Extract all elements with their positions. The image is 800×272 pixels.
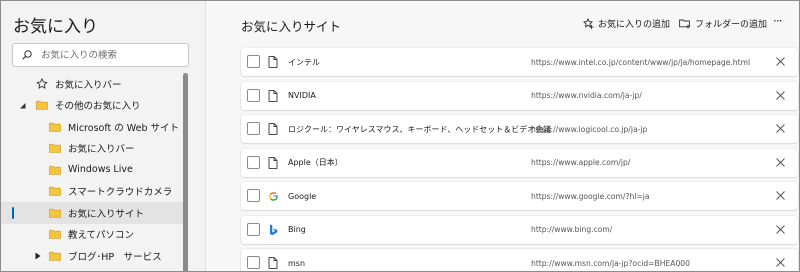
sidebar-item[interactable]: ブログ･HP サービス [1,245,183,267]
sidebar-item[interactable]: 教えてパソコン [1,224,183,246]
search-box[interactable] [12,43,189,67]
close-icon[interactable] [775,56,786,67]
search-input[interactable] [41,49,181,61]
sidebar-item[interactable]: お気に入りバー [1,138,183,160]
page-icon [267,256,279,270]
favorite-row[interactable]: Google https://www.google.com/?hl=ja [241,182,798,210]
favorite-name[interactable]: Bing [288,225,306,234]
sidebar-item-label: Windows Live [68,164,133,176]
favorite-url: http://www.msn.com/ja-jp?ocid=BHEA000 [531,258,690,268]
sidebar-scrollbar[interactable] [183,73,188,271]
close-icon[interactable] [775,224,786,235]
search-icon [22,50,32,60]
favorite-url: http://www.bing.com/ [531,225,613,234]
folder-add-icon [679,19,690,29]
sidebar-item[interactable]: その他のお気に入り [1,95,183,117]
add-favorite-label: お気に入りの追加 [598,20,671,30]
page-icon [267,89,279,103]
add-folder-button[interactable]: フォルダーの追加 [679,17,767,30]
favorites-main: お気に入りサイト お気に入りの追加 フォルダーの追加 ··· インテル https… [206,1,799,271]
caret-expanded-icon[interactable] [17,100,27,110]
folder-icon [49,121,61,133]
favorite-url: https://www.nvidia.com/ja-jp/ [531,91,642,100]
star-icon [36,78,48,90]
favorite-row[interactable]: ロジクール：ワイヤレスマウス、キーボード、ヘッドセット＆ビデオ会議 https:/… [241,115,798,143]
favorite-row[interactable]: Apple（日本） https://www.apple.com/jp/ [241,148,798,177]
page-title: お気に入りサイト [241,19,342,34]
favorite-checkbox[interactable] [247,222,260,236]
close-icon[interactable] [775,257,786,268]
favorite-checkbox[interactable] [247,256,260,269]
favorite-checkbox[interactable] [247,189,260,202]
favorite-url: https://www.intel.co.jp/content/www/jp/j… [531,57,751,67]
folder-icon [49,207,61,219]
favorite-checkbox[interactable] [247,122,260,135]
favorite-name[interactable]: Apple（日本） [288,157,343,168]
more-options-button[interactable]: ··· [773,14,783,28]
favorite-name[interactable]: NVIDIA [288,91,316,100]
bing-icon [267,223,279,237]
favorite-checkbox[interactable] [247,55,260,68]
sidebar-item-label: Microsoft の Web サイト [68,122,180,134]
folder-icon [49,164,61,176]
folder-icon [36,99,48,111]
favorite-name[interactable]: インテル [288,57,320,68]
caret-collapsed-icon[interactable] [33,251,43,261]
folder-tree: お気に入りバー その他のお気に入り Microsoft の Web サイト お気に入り… [1,73,183,267]
close-icon[interactable] [775,90,786,101]
sidebar-item[interactable]: Windows Live [1,159,183,181]
close-icon[interactable] [775,123,786,134]
add-folder-label: フォルダーの追加 [695,20,768,30]
favorites-sidebar: お気に入り お気に入りバーその他のお気に入りMicrosoft の Web サイ… [1,1,206,271]
sidebar-item[interactable]: Microsoft の Web サイト [1,116,183,138]
favorites-list: インテル https://www.intel.co.jp/content/www/… [241,48,798,271]
close-icon[interactable] [775,190,786,201]
close-icon[interactable] [775,157,786,168]
sidebar-item-label: 教えてパソコン [68,230,135,242]
favorite-row[interactable]: Bing http://www.bing.com/ [241,215,798,244]
add-favorite-button[interactable]: お気に入りの追加 [583,17,670,30]
page-icon [267,122,279,136]
folder-icon [49,185,61,197]
favorite-checkbox[interactable] [247,88,260,102]
folder-icon [49,228,61,240]
page-icon [267,55,279,69]
sidebar-item[interactable]: お気に入りバー [1,73,183,95]
sidebar-item-label: その他のお気に入り [55,101,141,113]
favorite-row[interactable]: NVIDIA https://www.nvidia.com/ja-jp/ [241,81,798,110]
sidebar-item-label: お気に入りサイト [68,208,145,220]
favorite-name[interactable]: Google [288,192,316,201]
favorite-name[interactable]: ロジクール：ワイヤレスマウス、キーボード、ヘッドセット＆ビデオ会議 [288,124,551,135]
sidebar-item[interactable]: スマートクラウドカメラ [1,181,183,203]
google-icon [267,189,279,203]
favorite-url: https://www.logicool.co.jp/ja-jp [531,124,648,134]
sidebar-item-label: ブログ･HP サービス [68,251,162,263]
star-add-icon [583,18,594,29]
page-icon [267,156,279,170]
favorite-url: https://www.apple.com/jp/ [531,158,631,167]
folder-icon [49,250,61,262]
sidebar-item[interactable]: お気に入りサイト [1,202,183,224]
favorites-window: お気に入り お気に入りバーその他のお気に入りMicrosoft の Web サイ… [0,0,800,272]
favorite-url: https://www.google.com/?hl=ja [531,191,650,201]
folder-icon [49,142,61,154]
sidebar-item-label: お気に入りバー [68,144,135,156]
sidebar-title: お気に入り [13,17,98,37]
favorite-row[interactable]: インテル https://www.intel.co.jp/content/www/… [241,48,798,76]
favorite-checkbox[interactable] [247,155,260,169]
sidebar-item-label: スマートクラウドカメラ [68,187,173,199]
favorite-name[interactable]: msn [288,259,305,268]
favorite-row[interactable]: msn http://www.msn.com/ja-jp?ocid=BHEA000 [241,249,798,271]
sidebar-item-label: お気に入りバー [55,79,122,91]
